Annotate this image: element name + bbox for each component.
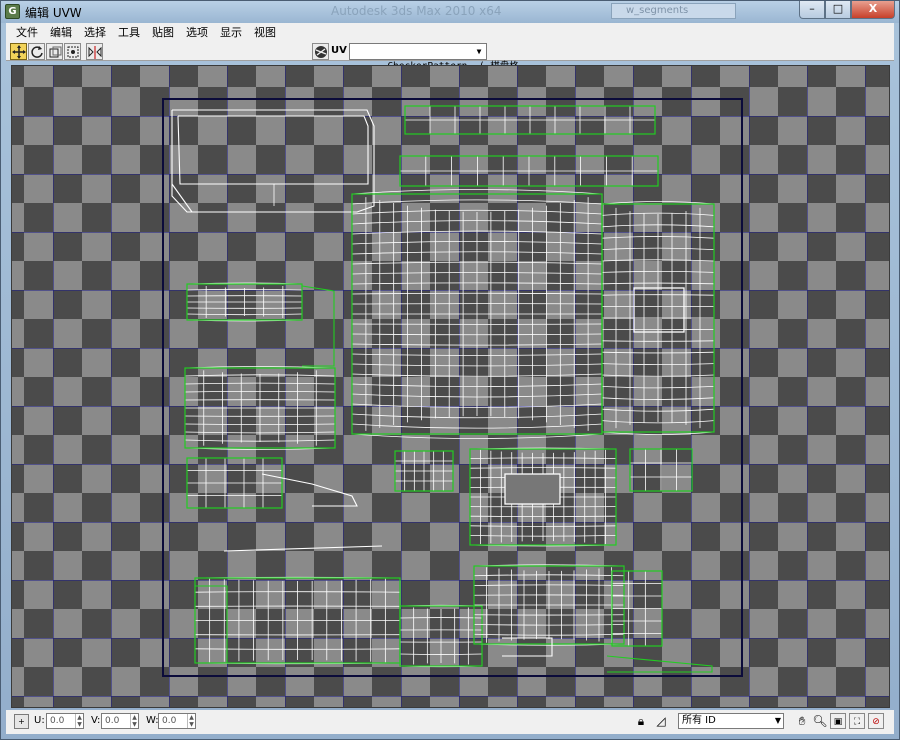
pan-icon[interactable]: ✋︎ <box>794 713 810 729</box>
lock-selection-icon[interactable]: + <box>14 714 29 729</box>
menu-display[interactable]: 显示 <box>214 23 248 42</box>
u-value: 0.0 <box>50 716 65 726</box>
menu-options[interactable]: 选项 <box>180 23 214 42</box>
texture-dropdown[interactable]: CheckerPattern ( 棋盘格 ▼ <box>349 43 519 72</box>
texture-toggle-icon[interactable]: ⊘ <box>868 713 884 729</box>
checker-texture-button[interactable] <box>312 43 329 60</box>
uv-label: UV <box>331 45 347 56</box>
id-filter-dropdown[interactable]: 所有 ID ▼ <box>678 713 784 729</box>
zoom-region-icon[interactable]: ▣ <box>830 713 846 729</box>
move-icon <box>12 45 26 59</box>
spinner-arrows-icon[interactable]: ▲ ▼ <box>130 714 138 728</box>
mirror-icon <box>88 46 102 59</box>
freeform-tool-button[interactable] <box>64 43 81 60</box>
move-tool-button[interactable] <box>10 43 27 60</box>
w-spinner[interactable]: 0.0 ▲ ▼ <box>158 713 196 729</box>
mirror-tool-button[interactable] <box>86 43 103 60</box>
close-button[interactable]: X <box>851 1 895 19</box>
menu-bar: 文件 编辑 选择 工具 贴图 选项 显示 视图 <box>6 23 894 42</box>
menu-file[interactable]: 文件 <box>10 23 44 42</box>
w-label: W: <box>146 715 159 726</box>
spinner-arrows-icon[interactable]: ▲ ▼ <box>75 714 83 728</box>
rotate-tool-button[interactable] <box>28 43 45 60</box>
paint-icon[interactable]: ◿ <box>653 713 669 729</box>
menu-mapping[interactable]: 贴图 <box>146 23 180 42</box>
uv-viewport[interactable] <box>11 65 890 708</box>
menu-tools[interactable]: 工具 <box>112 23 146 42</box>
v-spinner[interactable]: 0.0 ▲ ▼ <box>101 713 139 729</box>
minimize-button[interactable]: – <box>799 1 825 19</box>
window-title: 编辑 UVW <box>25 6 82 20</box>
scale-icon <box>49 46 62 58</box>
uvw-editor-window: G 编辑 UVW Autodesk 3ds Max 2010 x64 w_seg… <box>0 0 900 740</box>
background-window-title: Autodesk 3ds Max 2010 x64 <box>331 4 502 18</box>
chevron-down-icon: ▼ <box>476 47 482 56</box>
status-bar: + U: 0.0 ▲ ▼ V: 0.0 ▲ ▼ W: 0.0 ▲ ▼ 🔒︎ ◿ 所有 … <box>6 710 894 734</box>
menu-view[interactable]: 视图 <box>248 23 282 42</box>
chevron-down-icon: ▼ <box>774 716 781 725</box>
uv-canvas[interactable] <box>12 66 890 708</box>
app-icon: G <box>5 4 20 19</box>
island-center-hole[interactable] <box>504 473 561 505</box>
u-label: U: <box>34 715 45 726</box>
maximize-button[interactable]: □ <box>825 1 851 19</box>
spinner-arrows-icon[interactable]: ▲ ▼ <box>187 714 195 728</box>
rotate-icon <box>31 46 43 58</box>
lock-icon[interactable]: 🔒︎ <box>633 713 649 729</box>
checker-sphere-icon <box>315 46 327 58</box>
grid-lines <box>12 66 889 707</box>
menu-edit[interactable]: 编辑 <box>44 23 78 42</box>
scale-tool-button[interactable] <box>46 43 63 60</box>
v-value: 0.0 <box>105 716 120 726</box>
id-filter-value: 所有 ID <box>682 715 716 726</box>
w-value: 0.0 <box>162 716 177 726</box>
freeform-icon <box>67 46 79 58</box>
menu-select[interactable]: 选择 <box>78 23 112 42</box>
window-controls: – □ X <box>799 1 895 19</box>
v-label: V: <box>91 715 101 726</box>
toolbar: UV CheckerPattern ( 棋盘格 ▼ <box>6 42 894 72</box>
title-bar[interactable]: G 编辑 UVW Autodesk 3ds Max 2010 x64 w_seg… <box>1 1 899 23</box>
background-search-field: w_segments <box>611 3 736 19</box>
u-spinner[interactable]: 0.0 ▲ ▼ <box>46 713 84 729</box>
zoom-icon[interactable]: 🔍︎ <box>812 713 828 729</box>
zoom-extents-icon[interactable]: ⛶ <box>849 713 865 729</box>
